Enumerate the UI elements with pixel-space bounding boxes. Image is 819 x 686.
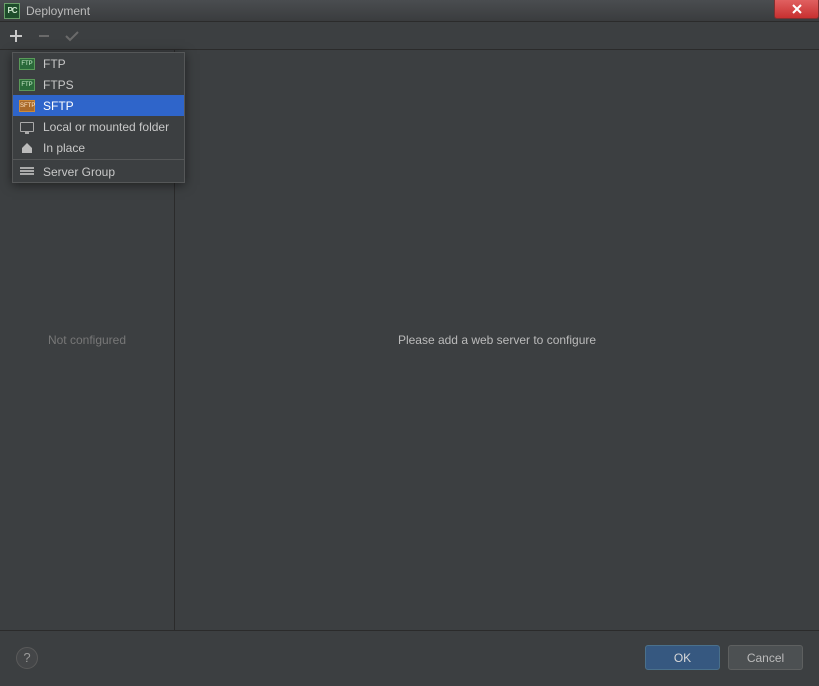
popup-item-server-group[interactable]: Server Group <box>13 161 184 182</box>
plus-icon <box>9 29 23 43</box>
popup-item-local-or-mounted-folder[interactable]: Local or mounted folder <box>13 116 184 137</box>
popup-item-in-place[interactable]: In place <box>13 137 184 158</box>
add-server-popup: FTP FTP FTP FTPS SFTP SFTP Local or mounted fo… <box>12 52 185 183</box>
popup-item-label: In place <box>43 141 85 155</box>
footer: ? OK Cancel <box>0 630 819 684</box>
remove-button[interactable] <box>36 28 52 44</box>
popup-item-label: FTP <box>43 57 66 71</box>
close-icon <box>791 3 803 15</box>
popup-item-sftp[interactable]: SFTP SFTP <box>13 95 184 116</box>
check-icon <box>64 29 80 43</box>
popup-separator <box>13 159 184 160</box>
ftp-icon: FTP <box>19 78 35 92</box>
app-icon: PC <box>4 3 20 19</box>
toolbar <box>0 22 819 50</box>
ftp-icon: FTP <box>19 57 35 71</box>
monitor-icon <box>19 120 35 134</box>
main-panel: Please add a web server to configure <box>175 50 819 630</box>
popup-item-ftps[interactable]: FTP FTPS <box>13 74 184 95</box>
minus-icon <box>37 29 51 43</box>
popup-item-label: Server Group <box>43 165 115 179</box>
popup-item-label: Local or mounted folder <box>43 120 169 134</box>
home-icon <box>19 141 35 155</box>
sftp-icon: SFTP <box>19 99 35 113</box>
title-bar: PC Deployment <box>0 0 819 22</box>
set-default-button[interactable] <box>64 28 80 44</box>
close-button[interactable] <box>774 0 819 19</box>
server-group-icon <box>19 165 35 179</box>
ok-button[interactable]: OK <box>645 645 720 670</box>
popup-item-label: SFTP <box>43 99 74 113</box>
popup-item-label: FTPS <box>43 78 74 92</box>
popup-item-ftp[interactable]: FTP FTP <box>13 53 184 74</box>
main-empty-text: Please add a web server to configure <box>398 333 596 347</box>
add-button[interactable] <box>8 28 24 44</box>
help-button[interactable]: ? <box>16 647 38 669</box>
sidebar-empty-text: Not configured <box>48 333 126 347</box>
window-title: Deployment <box>26 4 90 18</box>
cancel-button[interactable]: Cancel <box>728 645 803 670</box>
